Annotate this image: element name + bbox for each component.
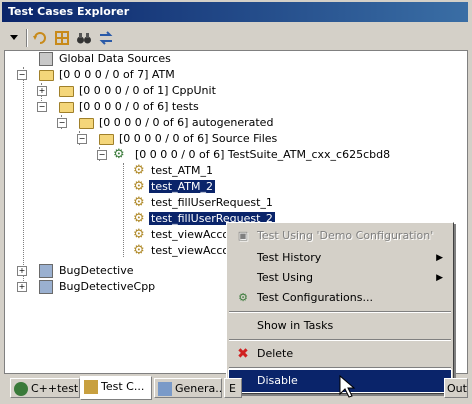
mouse-pointer-icon — [339, 374, 356, 398]
menu-item-delete[interactable]: ✖ Delete — [229, 343, 451, 365]
tree-item-label: BugDetective — [59, 264, 134, 277]
general-icon — [158, 382, 172, 396]
tree-item-label: [0 0 0 0 / 0 of 6] autogenerated — [99, 116, 274, 129]
tree-item-label: test_ATM_1 — [151, 164, 214, 177]
configurations-icon: ⚙ — [238, 291, 248, 304]
collapse-icon[interactable]: − — [17, 70, 27, 80]
tab-general[interactable]: Genera... — [154, 378, 222, 398]
context-menu: ▣ Test Using 'Demo Configuration' Test H… — [226, 222, 454, 394]
collapse-icon[interactable]: − — [37, 102, 47, 112]
tree-item-bugdetective[interactable]: + BugDetective — [17, 263, 136, 279]
tree-line — [23, 67, 24, 287]
panel-title: Test Cases Explorer — [2, 2, 468, 22]
tree-item-label: [0 0 0 0 / 0 of 7] ATM — [59, 68, 175, 81]
tree-item-label: [0 0 0 0 / 0 of 1] CppUnit — [79, 84, 216, 97]
tree-item-label: Global Data Sources — [59, 52, 171, 65]
expand-icon[interactable]: + — [17, 266, 27, 276]
folder-open-icon — [39, 70, 54, 81]
tree-item-source-files[interactable]: − [0 0 0 0 / 0 of 6] Source Files — [77, 131, 279, 147]
test-cases-explorer-window: Test Cases Explorer Global Data Sources — [0, 0, 472, 404]
tree-item-label: [0 0 0 0 / 0 of 6] tests — [79, 100, 199, 113]
menu-item-label: Test Configurations... — [257, 291, 373, 304]
menu-item-label: Show in Tasks — [257, 319, 334, 332]
collapse-icon[interactable]: − — [57, 118, 67, 128]
tree-item-label: [0 0 0 0 / 0 of 6] TestSuite_ATM_cxx_c62… — [135, 148, 391, 161]
bottom-tabs: C++test Test C... Genera... E Outp — [4, 376, 468, 402]
tree-item-bugdetectivecpp[interactable]: + BugDetectiveCpp — [17, 279, 157, 295]
menu-separator — [229, 367, 451, 369]
database-icon — [39, 52, 53, 66]
tab-label: E — [229, 382, 236, 395]
test-suite-icon: ⚙ — [113, 147, 125, 162]
menu-item-label: Test Using — [257, 271, 313, 284]
menu-item-test-configurations[interactable]: ⚙ Test Configurations... — [229, 287, 451, 309]
test-case-icon: ⚙ — [133, 163, 145, 178]
submenu-arrow-icon: ▶ — [436, 273, 443, 283]
sync-icon[interactable] — [96, 28, 116, 48]
menu-item-label: Delete — [257, 347, 294, 360]
rule-set-icon — [39, 280, 53, 294]
binoculars-icon[interactable] — [74, 28, 94, 48]
tree-item-tests[interactable]: − [0 0 0 0 / 0 of 6] tests — [37, 99, 201, 115]
tree-item-test[interactable]: ⚙ test_ATM_2 — [131, 179, 217, 195]
tab-label: Outp — [447, 382, 467, 395]
tab-label: Genera... — [175, 382, 222, 395]
test-case-icon: ⚙ — [133, 195, 145, 210]
test-cases-icon — [84, 380, 98, 394]
tree-item-label: BugDetectiveCpp — [59, 280, 156, 293]
delete-icon: ✖ — [237, 346, 249, 362]
test-case-icon: ⚙ — [133, 179, 145, 194]
tree-item-cppunit[interactable]: + [0 0 0 0 / 0 of 1] CppUnit — [37, 83, 218, 99]
tab-test-cases[interactable]: Test C... — [80, 376, 152, 400]
menu-item-test-using-demo[interactable]: ▣ Test Using 'Demo Configuration' — [229, 225, 451, 247]
tree-item-global-data-sources[interactable]: Global Data Sources — [29, 51, 173, 67]
tab-label: Test C... — [101, 380, 145, 393]
tree-item-test[interactable]: ⚙ test_ATM_1 — [131, 163, 215, 179]
menu-separator — [229, 311, 451, 313]
expand-icon[interactable]: + — [37, 86, 47, 96]
tab-more[interactable]: E — [224, 378, 242, 398]
tree-item-test[interactable]: ⚙ test_viewAccou — [131, 243, 238, 259]
menu-item-test-using[interactable]: Test Using ▶ — [229, 267, 451, 289]
menu-item-label: Test Using 'Demo Configuration' — [257, 229, 434, 242]
menu-item-test-history[interactable]: Test History ▶ — [229, 247, 451, 269]
tree-item-autogenerated[interactable]: − [0 0 0 0 / 0 of 6] autogenerated — [57, 115, 275, 131]
rule-set-icon — [39, 264, 53, 278]
tree-item-label: test_fillUserRequest_1 — [151, 196, 273, 209]
toolbar-separator — [26, 29, 28, 47]
grid-icon[interactable] — [52, 28, 72, 48]
tab-label: C++test — [31, 382, 79, 395]
tree-item-label: test_ATM_2 — [147, 179, 217, 194]
menu-separator — [229, 339, 451, 341]
collapse-icon[interactable]: − — [97, 150, 107, 160]
view-menu-icon[interactable] — [4, 28, 24, 48]
collapse-icon[interactable]: − — [77, 134, 87, 144]
test-case-icon: ⚙ — [133, 211, 145, 226]
tab-output[interactable]: Outp — [444, 378, 468, 398]
toolbar — [4, 26, 468, 50]
folder-open-icon — [79, 118, 94, 129]
tree-item-label: test_viewAccou — [151, 244, 237, 257]
refresh-icon[interactable] — [30, 28, 50, 48]
tree-item-testsuite[interactable]: − ⚙ [0 0 0 0 / 0 of 6] TestSuite_ATM_cxx… — [97, 147, 392, 163]
test-config-icon: ▣ — [237, 229, 249, 242]
submenu-arrow-icon: ▶ — [436, 253, 443, 263]
cpptest-icon — [14, 382, 28, 396]
folder-icon — [59, 86, 74, 97]
folder-open-icon — [59, 102, 74, 113]
test-case-icon: ⚙ — [133, 227, 145, 242]
tree-item-test[interactable]: ⚙ test_viewAccou — [131, 227, 238, 243]
menu-item-show-in-tasks[interactable]: Show in Tasks — [229, 315, 451, 337]
test-case-icon: ⚙ — [133, 243, 145, 258]
menu-item-label: Test History — [257, 251, 322, 264]
expand-icon[interactable]: + — [17, 282, 27, 292]
folder-open-icon — [99, 134, 114, 145]
tree-line — [123, 163, 124, 257]
tree-item-test[interactable]: ⚙ test_fillUserRequest_1 — [131, 195, 275, 211]
tree-item-label: test_viewAccou — [151, 228, 237, 241]
tree-item-label: [0 0 0 0 / 0 of 6] Source Files — [119, 132, 278, 145]
tree-item-atm[interactable]: − [0 0 0 0 / 0 of 7] ATM — [17, 67, 177, 83]
tab-cpptest[interactable]: C++test — [10, 378, 80, 398]
